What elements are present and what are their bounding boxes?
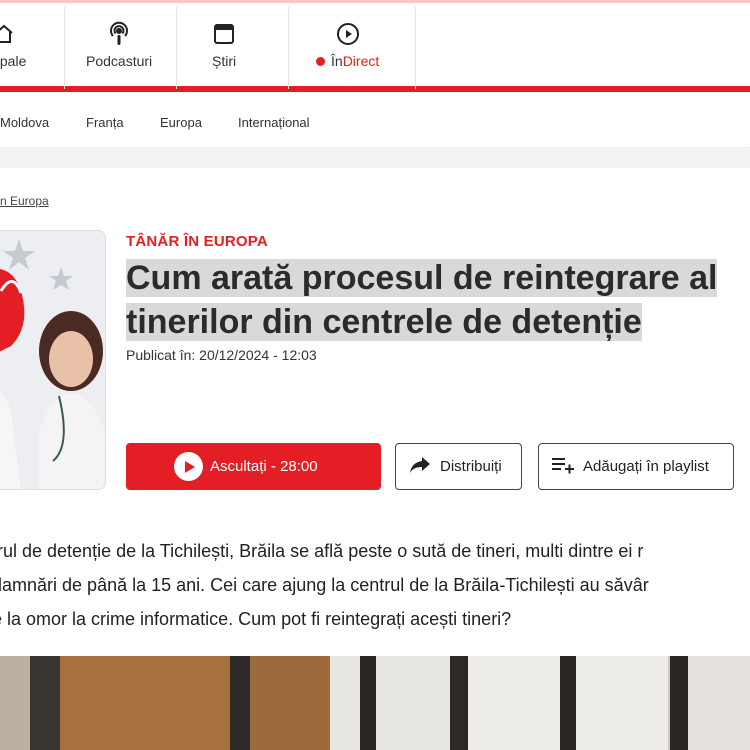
subnav-item-international[interactable]: Internațional [238,115,310,130]
play-circle-icon [336,21,360,47]
subnav-item-moldova[interactable]: Moldova [0,115,49,130]
article-kicker[interactable]: TÂNĂR ÎN EUROPA [126,233,268,250]
nav-item-live[interactable]: În Direct [316,21,379,69]
nav-item-news-label: Știri [212,53,237,69]
live-indicator-dot [316,56,325,66]
play-icon [174,452,203,481]
section-navigation: Moldova Franța Europa Internațional [0,98,750,148]
share-icon [408,455,432,479]
subnav-item-franta[interactable]: Franța [86,115,124,130]
live-label-prefix: În [331,53,343,69]
home-icon [0,21,15,47]
live-label-direct: Direct [342,53,380,69]
article-lead: trul de detenție de la Tichilești, Brăil… [0,534,750,636]
podcast-icon [107,21,131,47]
nav-item-news[interactable]: Știri [212,21,236,69]
subnav-item-europa[interactable]: Europa [160,115,202,130]
share-button-label: Distribuiți [440,458,502,475]
listen-button[interactable]: Ascultați - 28:00 [126,443,381,490]
page: ncipale Podcasturi Știri [0,0,750,750]
show-thumbnail [0,230,106,490]
divider-band [0,150,750,168]
article-lead-line: e la omor la crime informatice. Cum pot … [0,609,512,629]
nav-divider [415,6,416,89]
nav-divider [176,6,177,89]
nav-item-home-label: ncipale [0,53,27,69]
article-title-line2: tinerilor din centrele de detenție [126,303,642,341]
nav-item-podcasts-label: Podcasturi [86,53,153,69]
top-navigation: ncipale Podcasturi Știri [0,0,750,92]
listen-button-label: Ascultați - 28:00 [210,458,318,475]
article-title: Cum arată procesul de reintegrare al tin… [126,256,750,344]
article-lead-line: trul de detenție de la Tichilești, Brăil… [0,541,644,561]
nav-item-podcasts[interactable]: Podcasturi [86,21,152,69]
add-to-playlist-button[interactable]: Adăugați în playlist [538,443,734,490]
nav-divider [288,6,289,89]
news-icon [213,21,235,47]
article-photo [0,656,750,750]
playlist-button-label: Adăugați în playlist [583,458,709,475]
nav-item-home[interactable]: ncipale [0,21,26,69]
breadcrumb[interactable]: n Europa [0,194,49,208]
article-lead-line: damnări de până la 15 ani. Cei care ajun… [0,575,649,595]
share-button[interactable]: Distribuiți [395,443,522,490]
article-title-line1: Cum arată procesul de reintegrare al [126,259,718,297]
published-date: Publicat în: 20/12/2024 - 12:03 [126,347,317,363]
nav-divider [64,6,65,89]
live-label: În Direct [316,53,379,69]
playlist-add-icon [551,455,575,479]
